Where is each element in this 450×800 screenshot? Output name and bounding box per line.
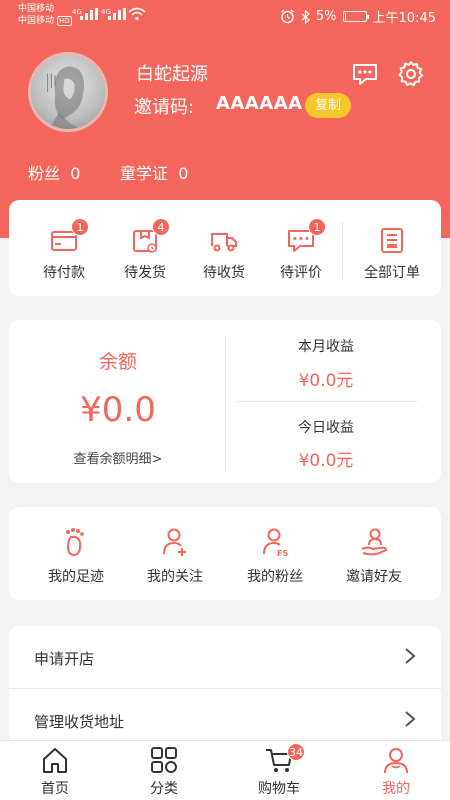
bluetooth-icon [301, 9, 310, 24]
order-badge: 1 [71, 218, 89, 236]
social-label: 我的关注 [147, 569, 203, 585]
tab-label: 购物车 [258, 781, 300, 797]
wifi-icon [128, 7, 146, 21]
my-footprints[interactable]: 我的足迹 [31, 527, 121, 586]
cart-badge: 34 [287, 743, 305, 761]
month-earnings-value: ¥0.0元 [298, 371, 354, 391]
footprint-icon [66, 528, 84, 557]
orders-divider [342, 222, 343, 280]
battery-icon [342, 11, 369, 22]
invite-code-label: 邀请码: [134, 97, 195, 118]
my-fans[interactable]: FS 我的粉丝 [230, 527, 320, 586]
order-list-icon [377, 226, 407, 254]
tab-category[interactable]: 分类 [124, 745, 204, 798]
balance-detail-link[interactable]: 查看余额明细> [9, 448, 227, 467]
my-follows[interactable]: 我的关注 [130, 527, 220, 586]
user-icon [384, 748, 408, 774]
menu-item-apply-shop[interactable]: 申请开店 [9, 626, 441, 688]
student-card-stat[interactable]: 童学证 0 [120, 160, 188, 184]
today-earnings-value: ¥0.0元 [298, 451, 354, 471]
tab-mine[interactable]: 我的 [356, 745, 436, 798]
order-badge: 1 [308, 218, 326, 236]
order-pending-payment[interactable]: 1 待付款 [24, 218, 104, 282]
username: 白蛇起源 [136, 64, 208, 85]
student-card-count: 0 [178, 164, 189, 183]
signal-icon [108, 8, 126, 20]
carrier-name-2: 中国移动 [18, 16, 55, 26]
student-card-label: 童学证 [120, 164, 169, 183]
carrier-info: 中国移动 中国移动 HD [18, 3, 72, 27]
signal-icon [80, 8, 98, 20]
battery-fill [344, 13, 346, 20]
menu-item-label: 申请开店 [34, 650, 95, 668]
follow-user-icon [163, 528, 186, 556]
month-earnings-label: 本月收益 [298, 339, 354, 355]
chevron-right-icon [405, 711, 416, 727]
alarm-icon [281, 9, 294, 24]
fans-count: 0 [70, 164, 81, 183]
status-right: 5% 上午10:45 [280, 7, 436, 26]
hd-badge: HD [57, 16, 72, 26]
invite-code-value: AAAAAA [216, 93, 303, 114]
balance-card: 余额 ¥0.0 查看余额明细> 本月收益 ¥0.0元 今日收益 ¥0.0元 [9, 320, 441, 483]
balance-divider [225, 336, 226, 470]
all-orders-button[interactable]: 全部订单 [352, 226, 432, 282]
package-icon: 4 [130, 218, 170, 254]
tab-label: 首页 [41, 781, 69, 797]
today-earnings-label: 今日收益 [298, 420, 354, 436]
social-card: 我的足迹 我的关注 FS 我的粉丝 邀请好友 [9, 507, 441, 600]
invite-friend-icon [361, 528, 387, 556]
bottom-tab-bar: 首页 分类 34 购物车 我的 [0, 740, 450, 800]
category-icon [151, 747, 177, 773]
fans-user-icon: FS [263, 528, 288, 557]
copy-invite-code-button[interactable]: 复制 [305, 93, 351, 118]
order-label: 全部订单 [364, 265, 420, 281]
tab-home[interactable]: 首页 [15, 745, 95, 798]
tab-label: 我的 [382, 781, 410, 797]
chevron-right-icon [405, 648, 416, 664]
battery-percent: 5% [315, 9, 337, 24]
settings-gear-icon[interactable] [397, 60, 425, 88]
order-label: 待付款 [43, 265, 85, 281]
order-label: 待收货 [203, 265, 245, 281]
avatar-portrait-icon [47, 66, 85, 129]
truck-icon [209, 226, 239, 254]
earnings-divider [235, 401, 417, 402]
order-pending-receipt[interactable]: 待收货 [184, 226, 264, 282]
balance-title: 余额 [98, 351, 137, 373]
order-pending-shipment[interactable]: 4 待发货 [105, 218, 185, 282]
fans-stat[interactable]: 粉丝 0 [28, 160, 80, 184]
wallet-icon: 1 [49, 218, 89, 254]
invite-friends[interactable]: 邀请好友 [329, 527, 419, 586]
avatar[interactable] [28, 52, 108, 132]
tab-cart[interactable]: 34 购物车 [239, 743, 319, 798]
order-label: 待评价 [280, 265, 322, 281]
order-label: 待发货 [124, 265, 166, 281]
menu-item-label: 管理收货地址 [34, 713, 125, 731]
clock: 上午10:45 [372, 11, 436, 26]
social-label: 我的足迹 [48, 569, 104, 585]
tab-label: 分类 [150, 781, 178, 797]
order-badge: 4 [152, 218, 170, 236]
social-label: 邀请好友 [346, 569, 402, 585]
orders-card: 1 待付款 4 待发货 待收货 1 待评价 全部订单 [9, 200, 441, 296]
balance-value: ¥0.0 [80, 390, 156, 430]
home-icon [43, 748, 67, 773]
comment-icon: 1 [286, 218, 326, 254]
status-bar: 中国移动 中国移动 HD 4G 4G 5% 上午10:45 [0, 0, 450, 30]
message-icon[interactable] [351, 60, 379, 88]
svg-text:FS: FS [277, 549, 288, 557]
order-pending-review[interactable]: 1 待评价 [261, 218, 341, 282]
social-label: 我的粉丝 [247, 569, 303, 585]
fans-label: 粉丝 [28, 164, 61, 183]
carrier-name-1: 中国移动 [18, 4, 55, 14]
